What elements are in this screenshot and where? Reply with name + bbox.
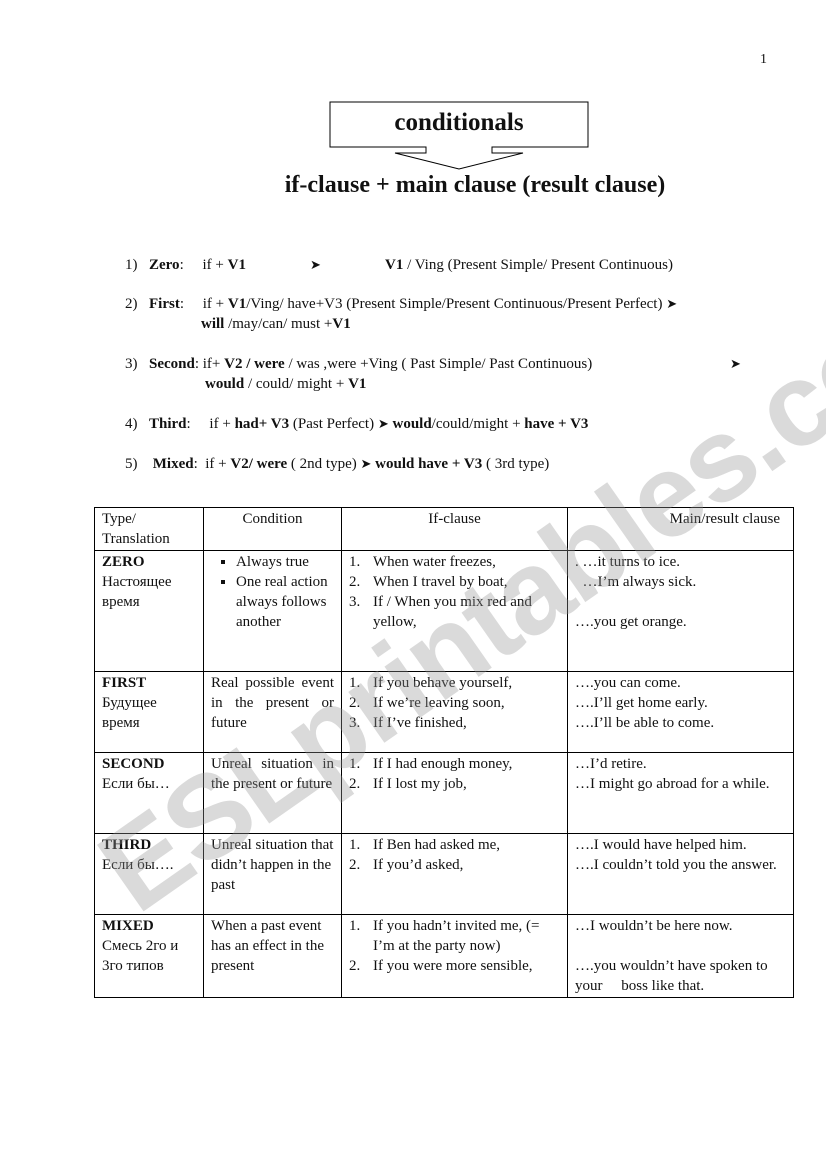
rule-zero: 1) Zero: if + V1 ➤ V1 / Ving (Present Sim… — [125, 257, 673, 273]
if-clause-item: 3. If / When you mix red and yellow, — [349, 594, 532, 630]
type-name: MIXED — [102, 918, 154, 934]
result-cell: ….you can come. ….I’ll get home early. ….I… — [567, 671, 794, 753]
condition-cell: Unreal situation that didn’t happen in t… — [203, 833, 342, 915]
type-translation: Настоящее время — [102, 574, 172, 610]
if-clause-item: 1. When water freezes, — [349, 554, 496, 570]
arrow-icon: ➤ — [730, 356, 741, 371]
rule-second: 3) Second: if+ V2 / were / was ,were +Vin… — [125, 356, 741, 392]
if-clause-list: 1. If I had enough money, 2. If I lost my j… — [349, 754, 560, 794]
condition-bullet-list: Always trueOne real action always follow… — [211, 552, 334, 632]
if-clause-item: 2. If you were more sensible, — [349, 958, 533, 974]
table-row: SECOND Если бы… Unreal situation in the pr… — [94, 752, 794, 834]
result-cell: …I’d retire. …I might go abroad for a whi… — [567, 752, 794, 834]
type-name: ZERO — [102, 554, 145, 570]
result-clause: …I’m always sick. — [575, 574, 697, 590]
type-cell: FIRST Будущее время — [94, 671, 204, 753]
if-clause-item: 2. If I lost my job, — [349, 776, 467, 792]
condition-bullet: One real action always follows another — [236, 572, 334, 632]
table-row: MIXED Смесь 2го и 3го типов When a past ev… — [94, 914, 794, 998]
header-main-clause: Main/result clause — [567, 507, 794, 551]
if-clause-item: 1. If you hadn’t invited me, (= I’m at th… — [349, 918, 540, 954]
arrow-icon: ➤ — [310, 257, 321, 272]
if-clause-list: 1. When water freezes, 2. When I travel by … — [349, 552, 560, 632]
rule-mixed: 5) Mixed: if + V2/ were ( 2nd type) ➤ wo… — [125, 456, 550, 472]
title-callout: conditionals — [329, 101, 589, 171]
type-translation: Если бы…. — [102, 857, 174, 873]
page-number: 1 — [760, 52, 767, 67]
type-name: FIRST — [102, 675, 147, 691]
type-cell: MIXED Смесь 2го и 3го типов — [94, 914, 204, 998]
if-clause-cell: 1. If you hadn’t invited me, (= I’m at th… — [341, 914, 568, 998]
condition-cell: When a past event has an effect in the p… — [203, 914, 342, 998]
page-title: conditionals — [394, 109, 524, 136]
type-name: SECOND — [102, 756, 165, 772]
condition-bullet: Always true — [236, 552, 334, 572]
condition-text: Unreal situation in the present or futur… — [211, 756, 334, 792]
if-clause-item: 2. When I travel by boat, — [349, 574, 508, 590]
arrow-icon: ➤ — [666, 296, 678, 311]
type-translation: Если бы… — [102, 776, 170, 792]
type-name: THIRD — [102, 837, 152, 853]
result-clause: ….I’ll be able to come. — [575, 715, 715, 731]
if-clause-item: 1. If I had enough money, — [349, 756, 513, 772]
rule-first: 2) First: if + V1/Ving/ have+V3 (Present … — [125, 296, 678, 332]
if-clause-list: 1. If you behave yourself, 2. If we’re leav… — [349, 673, 560, 733]
result-clause: ….I’ll get home early. — [575, 695, 708, 711]
type-cell: THIRD Если бы…. — [94, 833, 204, 915]
if-clause-cell: 1. If Ben had asked me, 2. If you’d asked, — [341, 833, 568, 915]
if-clause-cell: 1. When water freezes, 2. When I travel by … — [341, 550, 568, 672]
result-clause: ….I couldn’t told you the answer. — [575, 857, 777, 873]
header-condition: Condition — [203, 507, 342, 551]
if-clause-item: 1. If you behave yourself, — [349, 675, 513, 691]
type-cell: ZERO Настоящее время — [94, 550, 204, 672]
type-translation: Смесь 2го и 3го типов — [102, 938, 179, 974]
condition-text: When a past event has an effect in the p… — [211, 918, 325, 974]
if-clause-list: 1. If Ben had asked me, 2. If you’d asked, — [349, 835, 560, 875]
type-translation: Будущее время — [102, 695, 157, 731]
header-type: Type/ Translation — [94, 507, 204, 551]
result-cell: …I wouldn’t be here now. ….you wouldn’t h… — [567, 914, 794, 998]
result-clause: ….you get orange. — [575, 614, 687, 630]
condition-text: Real possible event in the present or fu… — [211, 675, 334, 731]
if-clause-item: 2. If you’d asked, — [349, 857, 464, 873]
condition-cell: Always trueOne real action always follow… — [203, 550, 342, 672]
if-clause-item: 3. If I’ve finished, — [349, 715, 467, 731]
result-clause: . …it turns to ice. — [575, 554, 680, 570]
condition-text: Unreal situation that didn’t happen in t… — [211, 837, 334, 893]
header-if-clause: If-clause — [341, 507, 568, 551]
arrow-icon: ➤ — [377, 416, 389, 431]
if-clause-cell: 1. If I had enough money, 2. If I lost my j… — [341, 752, 568, 834]
result-clause: …I’d retire. — [575, 756, 647, 772]
table-header-row: Type/ Translation Condition If-clause Ma… — [94, 507, 794, 551]
result-clause: …I might go abroad for a while. — [575, 776, 770, 792]
page-subtitle: if-clause + main clause (result clause) — [284, 172, 666, 198]
condition-cell: Real possible event in the present or fu… — [203, 671, 342, 753]
rule-third: 4) Third: if + had+ V3 (Past Perfect) ➤ w… — [125, 416, 589, 432]
if-clause-list: 1. If you hadn’t invited me, (= I’m at th… — [349, 916, 560, 976]
result-clause: ….you wouldn’t have spoken to your boss … — [575, 958, 772, 994]
conditionals-table: Type/ Translation Condition If-clause Ma… — [94, 507, 794, 998]
table-row: FIRST Будущее время Real possible event in… — [94, 671, 794, 753]
type-cell: SECOND Если бы… — [94, 752, 204, 834]
result-clause: …I wouldn’t be here now. — [575, 918, 733, 934]
result-clause: ….I would have helped him. — [575, 837, 747, 853]
result-cell: . …it turns to ice. …I’m always sick. ….y… — [567, 550, 794, 672]
result-clause: ….you can come. — [575, 675, 681, 691]
if-clause-item: 2. If we’re leaving soon, — [349, 695, 505, 711]
arrow-icon: ➤ — [360, 456, 372, 471]
if-clause-cell: 1. If you behave yourself, 2. If we’re leav… — [341, 671, 568, 753]
table-row: THIRD Если бы…. Unreal situation that didn… — [94, 833, 794, 915]
condition-cell: Unreal situation in the present or futur… — [203, 752, 342, 834]
table-row: ZERO Настоящее время Always trueOne real a… — [94, 550, 794, 672]
result-cell: ….I would have helped him. ….I couldn’t t… — [567, 833, 794, 915]
if-clause-item: 1. If Ben had asked me, — [349, 837, 501, 853]
